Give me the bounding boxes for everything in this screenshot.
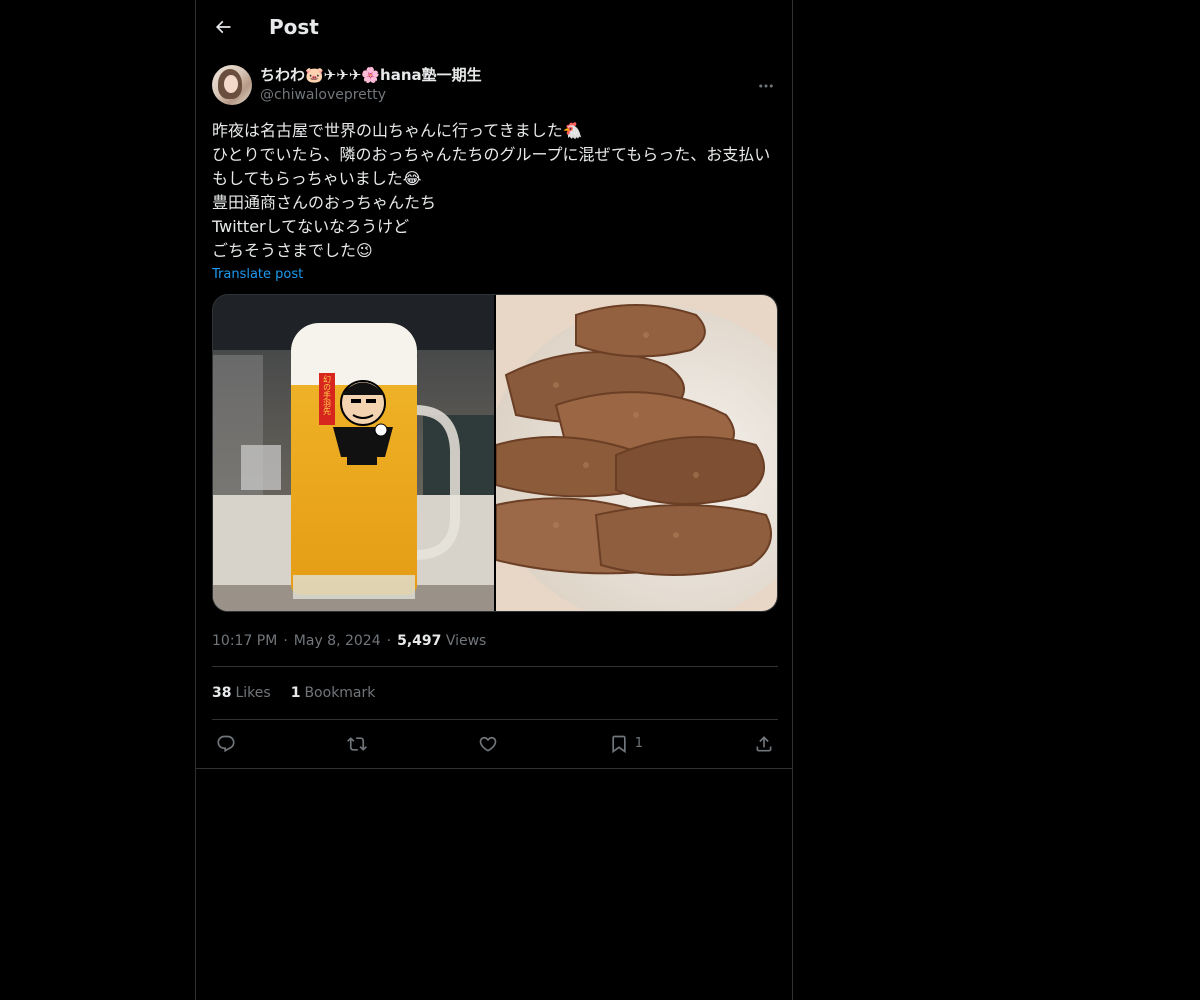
translate-post-link[interactable]: Translate post	[212, 265, 303, 285]
media-grid: 幻の手羽先	[212, 294, 778, 612]
likes-count: 38	[212, 685, 232, 701]
bookmark-count: 1	[634, 736, 644, 751]
divider	[196, 768, 792, 769]
back-arrow-icon	[215, 20, 231, 34]
bookmarks-count: 1	[290, 685, 301, 701]
author-row: ちわわ🐷✈✈✈🌸hana塾一期生 @chiwalovepretty	[212, 65, 776, 107]
likes-stat[interactable]: 38 Likes	[212, 685, 271, 701]
author-display-name[interactable]: ちわわ🐷✈✈✈🌸hana塾一期生	[260, 65, 482, 85]
photo-beer[interactable]: 幻の手羽先	[213, 295, 494, 611]
share-button[interactable]	[754, 727, 774, 761]
repost-button[interactable]	[346, 727, 367, 761]
reply-button[interactable]	[216, 727, 236, 761]
like-button[interactable]	[478, 727, 498, 761]
share-icon	[756, 735, 772, 751]
post-text: 昨夜は名古屋で世界の山ちゃんに行ってきました🐔 ひとりでいたら、隣のおっちゃんた…	[212, 121, 771, 260]
bookmarks-stat[interactable]: 1 Bookmark	[291, 685, 376, 701]
reply-icon	[217, 735, 235, 752]
engagement-stats: 38 Likes 1 Bookmark	[212, 667, 776, 719]
post-column: Post ちわわ🐷✈✈✈🌸hana塾一期生 @chiwalovepretty 昨…	[195, 0, 793, 1000]
photo-chicken-wings[interactable]	[496, 295, 777, 611]
heart-icon	[479, 736, 497, 752]
mug-flag-text: 幻の手羽先	[323, 374, 332, 416]
action-bar: 1	[212, 720, 778, 767]
more-icon	[759, 84, 773, 88]
likes-label: Likes	[235, 685, 271, 701]
bookmark-icon	[612, 735, 626, 753]
more-button[interactable]	[756, 76, 776, 96]
back-button[interactable]	[212, 16, 234, 38]
post-date[interactable]: May 8, 2024	[294, 633, 381, 649]
avatar[interactable]	[212, 65, 252, 105]
repost-icon	[346, 736, 367, 751]
post-meta: 10:17 PM · May 8, 2024 · 5,497 Views	[212, 633, 487, 649]
bookmarks-label: Bookmark	[304, 685, 376, 701]
page-title: Post	[269, 15, 319, 39]
post: ちわわ🐷✈✈✈🌸hana塾一期生 @chiwalovepretty 昨夜は名古屋…	[196, 65, 792, 767]
top-bar: Post	[196, 0, 792, 54]
views-label: Views	[445, 633, 487, 649]
post-time[interactable]: 10:17 PM	[212, 633, 277, 649]
author-handle[interactable]: @chiwalovepretty	[260, 85, 482, 105]
views-count: 5,497	[397, 633, 442, 649]
bookmark-button[interactable]: 1	[609, 727, 643, 761]
